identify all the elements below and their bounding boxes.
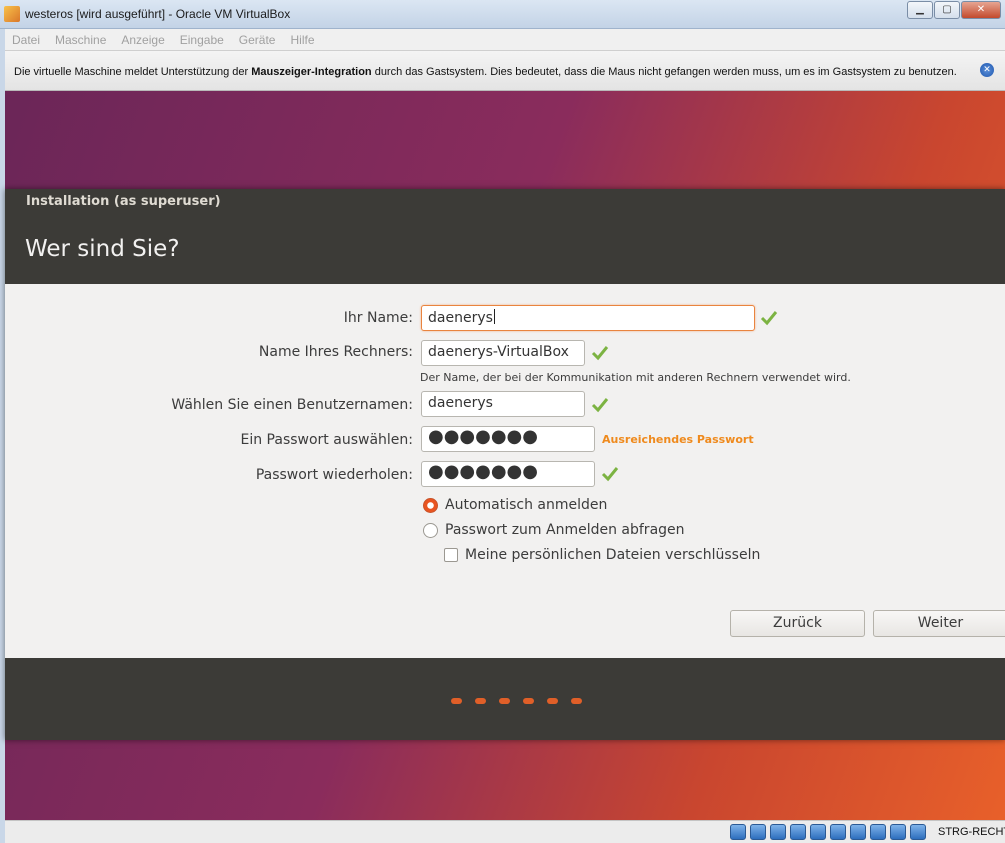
confirm-password-valid-check-icon bbox=[601, 467, 619, 482]
auto-login-label[interactable]: Automatisch anmelden bbox=[445, 497, 607, 513]
progress-dot bbox=[475, 698, 486, 704]
computer-name-hint: Der Name, der bei der Kommunikation mit … bbox=[420, 371, 851, 384]
close-window-button[interactable]: ✕ bbox=[961, 1, 1001, 19]
computer-name-valid-check-icon bbox=[591, 346, 609, 361]
progress-dot bbox=[523, 698, 534, 704]
optical-drive-icon[interactable] bbox=[750, 824, 766, 840]
notice-bold: Mauszeiger-Integration bbox=[251, 66, 372, 78]
encrypt-home-checkbox[interactable] bbox=[444, 548, 458, 562]
username-input[interactable]: daenerys bbox=[421, 391, 585, 417]
auto-login-radio[interactable] bbox=[423, 498, 438, 513]
step-progress bbox=[451, 698, 595, 704]
name-value: daenerys bbox=[428, 310, 493, 326]
name-input[interactable]: daenerys bbox=[421, 305, 755, 331]
menu-anzeige[interactable]: Anzeige bbox=[114, 33, 172, 47]
window-titlebar: westeros [wird ausgeführt] - Oracle VM V… bbox=[0, 0, 1005, 29]
password-input[interactable]: ●●●●●●● bbox=[421, 426, 595, 452]
virtualization-icon[interactable] bbox=[890, 824, 906, 840]
installer-footer bbox=[5, 658, 1005, 740]
usb-icon[interactable] bbox=[810, 824, 826, 840]
display-icon[interactable] bbox=[850, 824, 866, 840]
computer-name-label: Name Ihres Rechners: bbox=[258, 344, 413, 360]
encrypt-home-label[interactable]: Meine persönlichen Dateien verschlüsseln bbox=[465, 547, 760, 563]
username-valid-check-icon bbox=[591, 398, 609, 413]
installer-title: Installation (as superuser) bbox=[26, 194, 221, 209]
menu-hilfe[interactable]: Hilfe bbox=[283, 33, 322, 47]
progress-dot bbox=[499, 698, 510, 704]
password-label: Ein Passwort auswählen: bbox=[240, 432, 414, 448]
mouse-integration-notice: Die virtuelle Maschine meldet Unterstütz… bbox=[5, 51, 1005, 91]
maximize-button[interactable]: ▢ bbox=[934, 1, 960, 19]
mouse-integration-icon[interactable] bbox=[910, 824, 926, 840]
installer-window: Installation (as superuser) Wer sind Sie… bbox=[5, 189, 1005, 740]
require-password-label[interactable]: Passwort zum Anmelden abfragen bbox=[445, 522, 685, 538]
notice-prefix: Die virtuelle Maschine meldet Unterstütz… bbox=[14, 66, 252, 78]
host-key-label: STRG-RECHTS bbox=[938, 826, 1005, 838]
back-button[interactable]: Zurück bbox=[730, 610, 865, 637]
installer-form: Ihr Name: daenerys Name Ihres Rechners: … bbox=[5, 284, 1005, 658]
menu-maschine[interactable]: Maschine bbox=[48, 33, 114, 47]
notice-close-icon[interactable]: ✕ bbox=[980, 63, 994, 77]
minimize-button[interactable]: ▁ bbox=[907, 1, 933, 19]
password-strength-text: Ausreichendes Passwort bbox=[602, 433, 754, 446]
vm-status-bar: STRG-RECHTS bbox=[5, 820, 1005, 843]
installer-header: Installation (as superuser) Wer sind Sie… bbox=[5, 189, 1005, 284]
confirm-password-input[interactable]: ●●●●●●● bbox=[421, 461, 595, 487]
menu-eingabe[interactable]: Eingabe bbox=[173, 33, 232, 47]
name-label: Ihr Name: bbox=[343, 310, 413, 326]
next-button[interactable]: Weiter bbox=[873, 610, 1005, 637]
progress-dot bbox=[547, 698, 558, 704]
progress-dot bbox=[451, 698, 462, 704]
notice-suffix: durch das Gastsystem. Dies bedeutet, das… bbox=[371, 66, 957, 78]
audio-icon[interactable] bbox=[770, 824, 786, 840]
confirm-password-label: Passwort wiederholen: bbox=[255, 467, 413, 483]
hard-disk-icon[interactable] bbox=[730, 824, 746, 840]
menu-datei[interactable]: Datei bbox=[5, 33, 48, 47]
virtualbox-app-icon bbox=[4, 6, 20, 22]
window-title: westeros [wird ausgeführt] - Oracle VM V… bbox=[25, 7, 291, 21]
shared-folders-icon[interactable] bbox=[830, 824, 846, 840]
page-heading: Wer sind Sie? bbox=[25, 236, 180, 262]
name-valid-check-icon bbox=[760, 311, 778, 326]
network-icon[interactable] bbox=[790, 824, 806, 840]
status-icons bbox=[730, 824, 930, 840]
progress-dot bbox=[571, 698, 582, 704]
notice-text: Die virtuelle Maschine meldet Unterstütz… bbox=[14, 66, 957, 78]
menu-bar: Datei Maschine Anzeige Eingabe Geräte Hi… bbox=[5, 29, 1005, 51]
menu-geraete[interactable]: Geräte bbox=[232, 33, 284, 47]
computer-name-input[interactable]: daenerys-VirtualBox bbox=[421, 340, 585, 366]
text-caret bbox=[493, 309, 495, 324]
window-controls: ▁ ▢ ✕ bbox=[906, 1, 1001, 19]
require-password-radio[interactable] bbox=[423, 523, 438, 538]
video-capture-icon[interactable] bbox=[870, 824, 886, 840]
username-label: Wählen Sie einen Benutzernamen: bbox=[171, 397, 413, 413]
